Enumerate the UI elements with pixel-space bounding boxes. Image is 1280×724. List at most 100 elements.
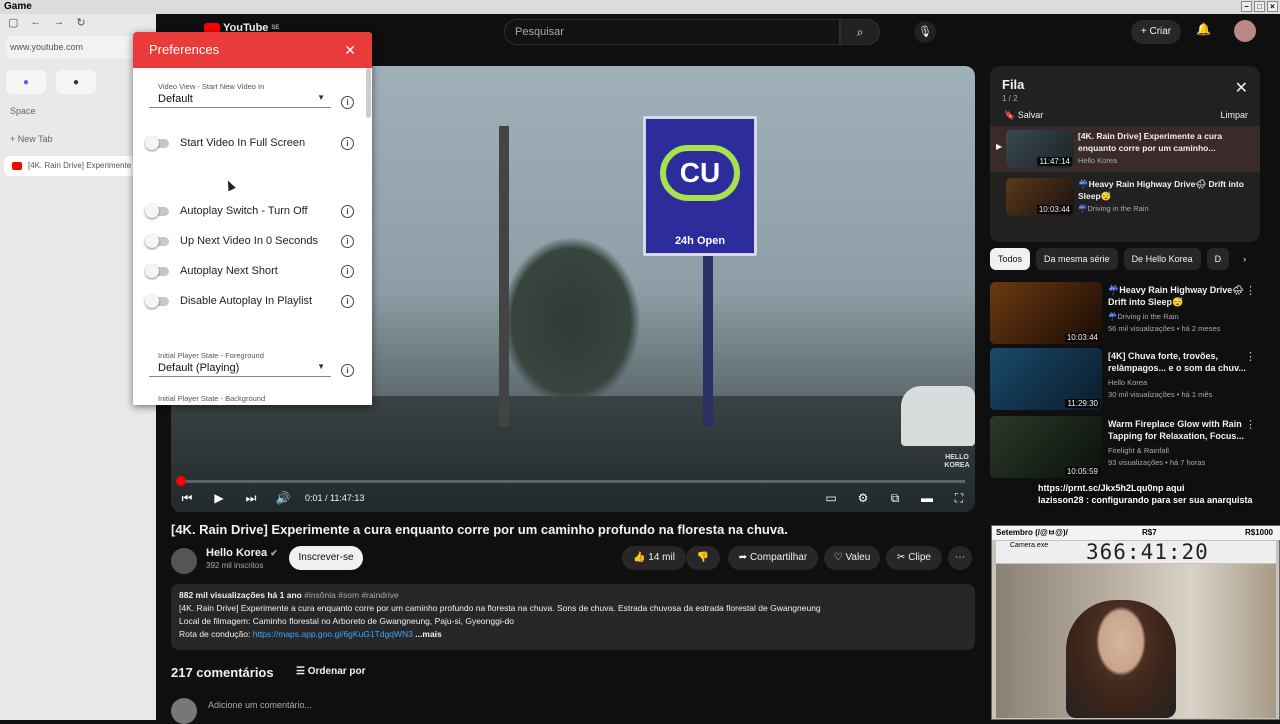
route-prefix: Rota de condução:	[179, 629, 253, 639]
info-icon[interactable]: i	[341, 205, 354, 218]
toggle-switch[interactable]	[145, 234, 169, 248]
recommendation-title: Warm Fireplace Glow with Rain Tapping fo…	[1108, 419, 1244, 441]
play-icon[interactable]: ▶	[203, 491, 235, 505]
route-link[interactable]: https://maps.app.goo.gl/6gKuG1TdgqWN3	[253, 629, 413, 639]
next-icon[interactable]: ⏭	[235, 491, 267, 506]
volume-icon[interactable]: 🔊	[267, 491, 299, 505]
share-button[interactable]: ➦ Compartilhar	[728, 546, 818, 570]
like-count: 14 mil	[648, 552, 675, 563]
back-icon[interactable]: ←	[30, 16, 41, 28]
window-titlebar: Game – □ ×	[0, 0, 1280, 14]
streamer-image	[1066, 600, 1176, 718]
toggle-label: Autoplay Next Short	[180, 265, 278, 277]
more-actions-button[interactable]: ⋯	[948, 546, 972, 570]
sidebar-toggle-icon[interactable]: ▢	[8, 16, 18, 29]
channel-name[interactable]: Hello Korea ✔	[206, 547, 278, 559]
close-icon[interactable]: ✕	[344, 32, 356, 68]
filter-chips: Todos Da mesma série De Hello Korea D ›	[990, 248, 1260, 270]
address-bar[interactable]: www.youtube.com	[6, 36, 150, 58]
recommendation-item[interactable]: 10:03:44 ☔Heavy Rain Highway Drive🌧 Drif…	[990, 282, 1260, 346]
chip-from-channel[interactable]: De Hello Korea	[1123, 248, 1201, 270]
queue-item-channel: ☔Driving in the Rain	[1078, 204, 1149, 213]
video-view-select[interactable]: Video View - Start New Video In Default …	[149, 82, 331, 108]
video-progress-bar[interactable]	[176, 476, 965, 486]
theater-mode-icon[interactable]: ▬	[911, 491, 943, 506]
goal-current: R$7	[1142, 528, 1157, 537]
background-state-select[interactable]: Initial Player State - Background	[149, 394, 331, 405]
channel-avatar[interactable]	[171, 548, 197, 574]
toggle-full-screen[interactable]: Start Video In Full Screen	[145, 136, 327, 152]
queue-item[interactable]: ▶ 11:47:14 [4K. Rain Drive] Experimente …	[990, 126, 1260, 172]
miniplayer-icon[interactable]: ⧉	[879, 491, 911, 506]
toggle-label: Start Video In Full Screen	[180, 137, 306, 149]
maximize-icon[interactable]: □	[1254, 1, 1265, 12]
info-icon[interactable]: i	[341, 265, 354, 278]
thanks-button[interactable]: ♡ Valeu	[824, 546, 880, 570]
toggle-knob	[145, 264, 159, 278]
chip-all[interactable]: Todos	[990, 248, 1031, 270]
queue-clear-button[interactable]: Limpar	[1220, 110, 1248, 120]
toggle-autoplay-short[interactable]: Autoplay Next Short	[145, 264, 327, 280]
toggle-disable-playlist-autoplay[interactable]: Disable Autoplay In Playlist	[145, 294, 327, 310]
clip-button[interactable]: ✂ Clipe	[886, 546, 942, 570]
more-vertical-icon[interactable]: ⋮	[1245, 418, 1256, 431]
previous-icon[interactable]: ⏮	[171, 491, 203, 506]
toggle-switch[interactable]	[145, 136, 169, 150]
dislike-button[interactable]: 👎	[686, 546, 720, 570]
queue-item[interactable]: 10:03:44 ☔Heavy Rain Highway Drive🌧 Drif…	[990, 174, 1260, 220]
queue-close-icon[interactable]: ✕	[1235, 78, 1248, 98]
info-icon[interactable]: i	[341, 137, 354, 150]
add-comment-input[interactable]: Adicione um comentário...	[208, 700, 312, 710]
recommendation-item[interactable]: 10:05:59 Warm Fireplace Glow with Rain T…	[990, 416, 1260, 480]
preferences-header: Preferences ✕	[133, 32, 372, 68]
queue-item-channel: Hello Korea	[1078, 156, 1118, 165]
recommendation-views: 30 mil visualizações • há 1 mês	[1108, 390, 1213, 399]
forward-icon[interactable]: →	[53, 16, 64, 28]
toggle-up-next[interactable]: Up Next Video In 0 Seconds	[145, 234, 327, 250]
subscribe-button[interactable]: Inscrever-se	[289, 546, 363, 570]
video-description[interactable]: 882 mil visualizações há 1 ano #insônia …	[171, 584, 975, 650]
info-icon[interactable]: i	[341, 96, 354, 109]
toggle-switch[interactable]	[145, 204, 169, 218]
discord-favorite[interactable]: ●	[6, 70, 46, 94]
account-avatar[interactable]	[1234, 20, 1256, 42]
queue-save-button[interactable]: 🔖 Salvar	[1004, 110, 1043, 121]
close-icon[interactable]: ×	[1267, 1, 1278, 12]
description-more[interactable]: ...mais	[415, 629, 441, 639]
mic-icon: 🎙	[918, 26, 932, 38]
youtube-favicon-icon	[12, 162, 22, 170]
notifications-bell-icon[interactable]: 🔔	[1196, 22, 1211, 36]
preferences-dialog: Preferences ✕ Video View - Start New Vid…	[133, 32, 372, 405]
tab-youtube-video[interactable]: [4K. Rain Drive] Experimente	[4, 156, 150, 176]
voice-search-button[interactable]: 🎙	[914, 21, 936, 43]
search-button[interactable]: ⌕	[840, 19, 880, 45]
foreground-state-select[interactable]: Initial Player State - Foreground Defaul…	[149, 351, 331, 377]
chip-same-series[interactable]: Da mesma série	[1036, 248, 1118, 270]
new-tab-button[interactable]: + New Tab	[10, 134, 53, 144]
more-vertical-icon[interactable]: ⋮	[1245, 284, 1256, 297]
reload-icon[interactable]: ↻	[76, 16, 85, 29]
toggle-switch[interactable]	[145, 264, 169, 278]
info-icon[interactable]: i	[341, 364, 354, 377]
preferences-scrollbar[interactable]	[366, 68, 371, 118]
chevron-right-icon[interactable]: ›	[1243, 248, 1246, 270]
fullscreen-icon[interactable]: ⛶	[943, 491, 975, 506]
sort-comments-button[interactable]: ☰ Ordenar por	[296, 666, 366, 677]
chip-more[interactable]: D	[1206, 248, 1230, 270]
toggle-autoplay-switch[interactable]: Autoplay Switch - Turn Off	[145, 204, 327, 220]
cu-store-sign: CU 24h Open	[643, 116, 757, 256]
like-button[interactable]: 👍 14 mil	[622, 546, 686, 570]
toggle-switch[interactable]	[145, 294, 169, 308]
more-vertical-icon[interactable]: ⋮	[1245, 350, 1256, 363]
search-icon: ⌕	[856, 25, 864, 39]
github-favorite[interactable]: ●	[56, 70, 96, 94]
info-icon[interactable]: i	[341, 295, 354, 308]
subtitles-icon[interactable]: ▭	[815, 491, 847, 506]
settings-gear-icon[interactable]: ⚙	[847, 491, 879, 506]
search-input[interactable]: Pesquisar	[504, 19, 840, 45]
info-icon[interactable]: i	[341, 235, 354, 248]
minimize-icon[interactable]: –	[1241, 1, 1252, 12]
recommendation-item[interactable]: 11:29:30 [4K] Chuva forte, trovões, relâ…	[990, 348, 1260, 412]
player-controls: ⏮ ▶ ⏭ 🔊 0:01 / 11:47:13 ▭ ⚙ ⧉ ▬ ⛶	[171, 484, 975, 512]
create-button[interactable]: + Criar	[1131, 20, 1181, 44]
